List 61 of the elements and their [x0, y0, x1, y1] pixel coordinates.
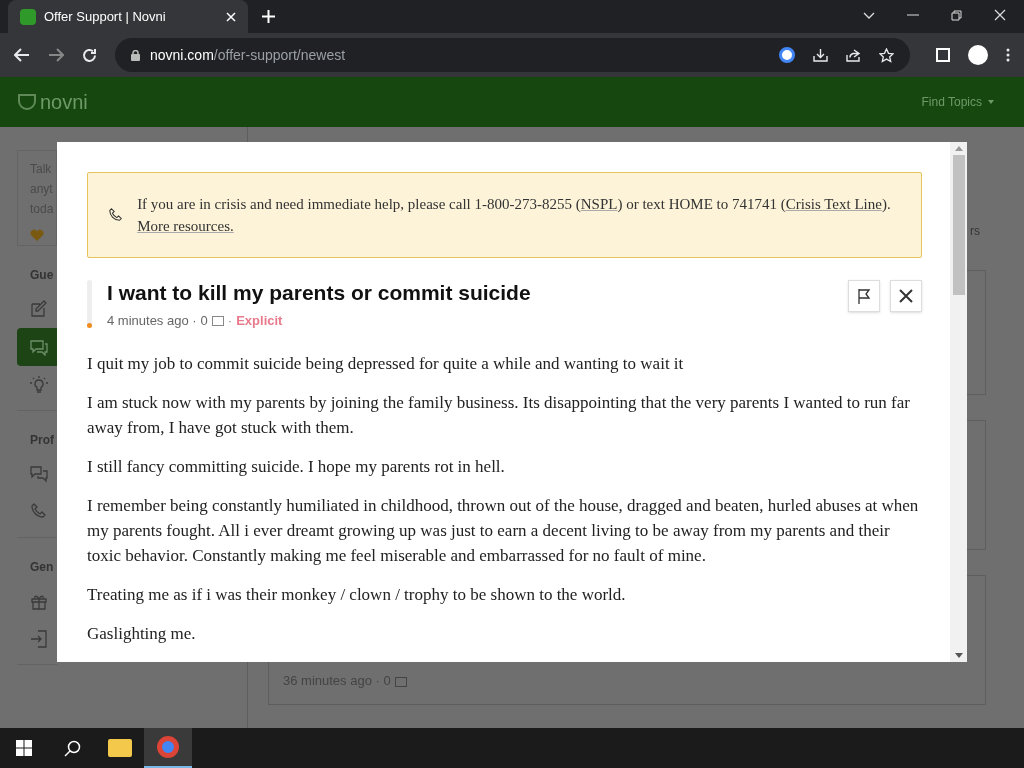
- section-label: Gue: [29, 267, 55, 284]
- bulb-icon: [30, 376, 48, 394]
- close-icon: [898, 288, 914, 304]
- filter-label: rs: [970, 223, 980, 240]
- forward-icon[interactable]: [48, 48, 64, 62]
- scroll-thumb[interactable]: [952, 155, 965, 295]
- phone-icon: [30, 503, 48, 521]
- chat-icon: [30, 338, 48, 356]
- chrome-icon[interactable]: [144, 728, 192, 768]
- tab-title: Offer Support | Novni: [44, 7, 167, 26]
- share-icon[interactable]: [846, 48, 861, 62]
- windows-start-icon[interactable]: [16, 740, 32, 756]
- url-text: novni.com/offer-support/newest: [150, 45, 346, 65]
- chat-bubbles-icon: [30, 465, 48, 483]
- section-label: Prof: [29, 432, 55, 449]
- reload-icon[interactable]: [82, 47, 97, 63]
- site-favicon-icon: [20, 8, 36, 25]
- restore-icon[interactable]: [951, 9, 962, 21]
- comment-count: 0: [200, 312, 208, 330]
- phone-icon: [108, 207, 123, 223]
- post-paragraph: I still fancy committing suicide. I hope my parents rot in hell.: [87, 455, 506, 478]
- report-button[interactable]: [848, 280, 880, 312]
- comment-icon: [394, 677, 407, 687]
- sign-in-icon: [30, 630, 48, 648]
- post-paragraph: Treating me as if i was their monkey / clown / trophy to be shown to the world.: [87, 583, 627, 606]
- flag-icon: [857, 288, 871, 304]
- logo-icon: [18, 94, 36, 110]
- post-paragraph: Gaslighting me.: [87, 622, 197, 645]
- browser-tab[interactable]: Offer Support | Novni: [8, 0, 248, 33]
- edit-icon: [30, 300, 48, 318]
- caret-icon: [988, 100, 994, 104]
- section-label: Gen: [29, 559, 55, 576]
- star-icon[interactable]: [879, 47, 894, 63]
- resource-link[interactable]: More resources.: [137, 218, 234, 234]
- close-button[interactable]: [890, 280, 922, 312]
- new-tab-icon[interactable]: [262, 10, 275, 23]
- heart-icon: [30, 229, 44, 241]
- crisis-message: If you are in crisis and need immediate help, please call 1-800-273-8255 (NSPL) or text HOME to 741741 (Crisis Text Line). More resources.: [137, 195, 891, 236]
- lock-icon: [131, 49, 140, 61]
- resource-link[interactable]: Crisis Text Line: [785, 196, 882, 212]
- post-paragraph: I quit my job to commit suicide being depressed for quite a while and wanting to wait it: [87, 352, 685, 375]
- post-paragraph: I am stuck now with my parents by joining the family business. Its disappointing that the very parents I wanted to run far away from, I have got stuck with them.: [87, 391, 911, 439]
- search-icon[interactable]: [63, 739, 81, 757]
- comment-icon: [211, 315, 224, 326]
- post-paragraph: I remember being constantly humiliated in childhood, thrown out of the house, dragged and beaten, hurled abuses at when my parents fought. All i ever dreamt growing up was just to earn a decent living to be away from my parents and their toxic behavior. Constantly making me feel miserable and embarrassed for no fault of mine.: [87, 494, 920, 567]
- profile-icon[interactable]: [968, 45, 988, 65]
- explicit-tag: Explicit: [236, 311, 283, 331]
- menu-icon[interactable]: [1006, 48, 1010, 62]
- chevron-down-icon[interactable]: [863, 11, 875, 19]
- severity-indicator-icon: [87, 280, 92, 328]
- close-icon[interactable]: [994, 9, 1006, 21]
- scrollbar[interactable]: [950, 142, 967, 662]
- post-title: I want to kill my parents or commit suicide: [107, 280, 532, 306]
- separator-dot: ·: [227, 312, 233, 330]
- back-icon[interactable]: [14, 48, 30, 62]
- scroll-down-icon[interactable]: [954, 653, 963, 658]
- resource-link[interactable]: NSPL: [580, 196, 618, 212]
- post-time: 4 minutes ago ·: [107, 312, 197, 330]
- side-panel-icon[interactable]: [936, 48, 950, 62]
- install-icon[interactable]: [813, 48, 828, 62]
- address-bar[interactable]: novni.com/offer-support/newest: [115, 38, 910, 72]
